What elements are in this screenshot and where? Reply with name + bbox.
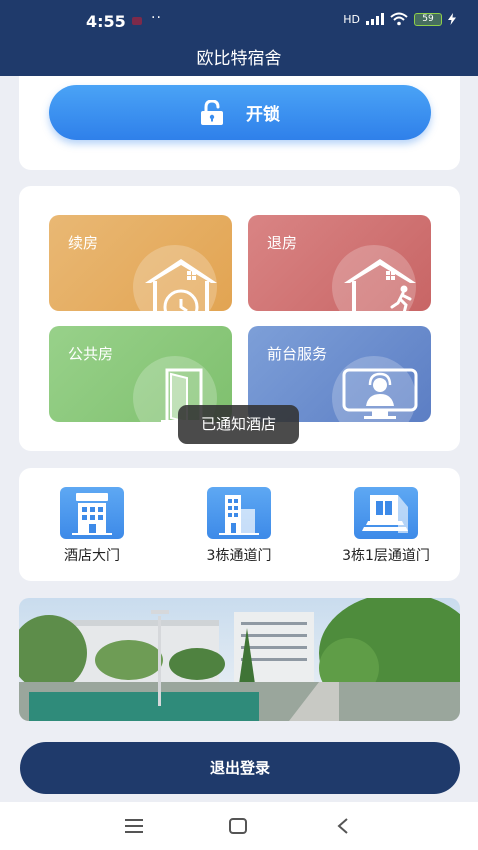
status-bar: 4:55 ·· HD 59 xyxy=(0,0,478,38)
building3-floor1-door-item[interactable]: 3栋1层通道门 xyxy=(306,487,466,565)
status-time: 4:55 xyxy=(86,12,126,31)
building3-door-item[interactable]: 3栋通道门 xyxy=(159,487,319,565)
hotel-gate-label: 酒店大门 xyxy=(64,548,120,564)
wifi-icon xyxy=(390,12,408,26)
campus-photo xyxy=(19,598,460,721)
home-button[interactable] xyxy=(219,812,259,840)
gate-icon xyxy=(354,487,418,539)
toast-message: 已通知酒店 xyxy=(178,405,299,444)
charging-icon xyxy=(448,13,456,25)
hotel-gate-item[interactable]: 酒店大门 xyxy=(12,487,172,565)
hotel-icon xyxy=(60,487,124,539)
signal-icon xyxy=(366,13,384,25)
status-dots: ·· xyxy=(151,10,162,26)
building3-floor1-door-label: 3栋1层通道门 xyxy=(342,548,430,564)
record-icon xyxy=(132,17,142,25)
app-header: 欧比特宿舍 xyxy=(0,38,478,76)
network-type: HD xyxy=(343,12,360,26)
house-exit-icon xyxy=(344,259,416,311)
system-nav-bar xyxy=(0,802,478,850)
house-clock-icon xyxy=(145,259,217,311)
campus-banner xyxy=(19,598,460,721)
building-icon xyxy=(207,487,271,539)
logout-button[interactable]: 退出登录 xyxy=(20,742,460,794)
public-room-label: 公共房 xyxy=(68,345,114,363)
checkout-label: 退房 xyxy=(267,234,298,252)
unlock-icon xyxy=(201,99,223,125)
renew-label: 续房 xyxy=(68,234,99,252)
building3-door-label: 3栋通道门 xyxy=(206,548,272,564)
back-icon xyxy=(337,818,348,834)
reception-icon xyxy=(342,368,418,419)
menu-icon xyxy=(125,819,143,833)
checkout-tile[interactable]: 退房 xyxy=(248,215,431,311)
status-indicators: HD 59 xyxy=(343,12,456,26)
unlock-button[interactable]: 开锁 xyxy=(49,85,431,140)
front-desk-label: 前台服务 xyxy=(267,345,328,363)
home-icon xyxy=(229,818,247,834)
renew-tile[interactable]: 续房 xyxy=(49,215,232,311)
battery-icon: 59 xyxy=(414,12,442,26)
menu-button[interactable] xyxy=(115,812,155,840)
page-title: 欧比特宿舍 xyxy=(196,49,282,69)
back-button[interactable] xyxy=(323,812,363,840)
unlock-label: 开锁 xyxy=(246,105,280,125)
